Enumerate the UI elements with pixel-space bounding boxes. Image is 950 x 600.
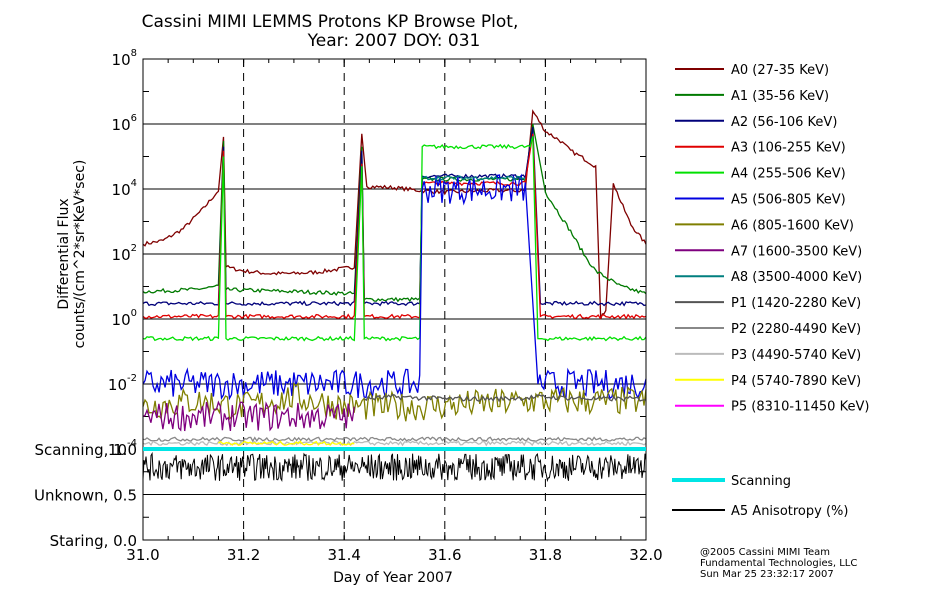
chart: Cassini MIMI LEMMS Protons KP Browse Plo… (34, 12, 869, 586)
x-axis: 31.0 31.2 31.4 31.6 31.8 32.0 (126, 59, 663, 564)
legend-label: P1 (1420-2280 KeV) (731, 296, 861, 311)
legend-label: A4 (255-506 KeV) (731, 167, 846, 182)
x-tick-label: 31.2 (227, 546, 260, 564)
legend-label: A8 (3500-4000 KeV) (731, 270, 862, 285)
x-tick-label: 31.6 (428, 546, 461, 564)
legend-label: P5 (8310-11450 KeV) (731, 400, 869, 415)
y-axis-label-line2: counts/(cm^2*sr*KeV*sec) (72, 160, 88, 349)
series-line (142, 436, 647, 443)
lower-legend: Scanning A5 Anisotropy (%) (672, 474, 848, 519)
x-tick-label: 31.8 (529, 546, 562, 564)
legend-label: A0 (27-35 KeV) (731, 63, 829, 78)
x-tick-label: 31.0 (126, 546, 159, 564)
y-tick-exponent: 4 (131, 178, 137, 189)
x-tick-label: 32.0 (629, 546, 662, 564)
y-tick-label: 102 (112, 243, 137, 264)
legend-label: P3 (4490-5740 KeV) (731, 348, 861, 363)
lower-category-label: Staring, 0.0 (50, 532, 137, 550)
x-tick-label: 31.4 (327, 546, 360, 564)
lower-category-label: Unknown, 0.5 (34, 487, 137, 505)
legend-label: A3 (106-255 KeV) (731, 141, 846, 156)
anisotropy-panel: Scanning, 1.0 Unknown, 0.5 Staring, 0.0 (34, 441, 647, 550)
x-axis-label: Day of Year 2007 (333, 570, 453, 586)
legend-label: A7 (1600-3500 KeV) (731, 244, 862, 259)
legend-label: P4 (5740-7890 KeV) (731, 374, 861, 389)
y-tick-exponent: 0 (131, 308, 137, 319)
y-tick-label: 104 (112, 178, 137, 199)
legend-label: A2 (56-106 KeV) (731, 115, 837, 130)
y-tick-label: 106 (112, 113, 137, 134)
series-A7 (142, 400, 355, 432)
legend: A0 (27-35 KeV) A1 (35-56 KeV) A2 (56-106 K… (675, 63, 869, 415)
y-tick-label: 108 (112, 48, 137, 69)
legend-label: A6 (805-1600 KeV) (731, 218, 854, 233)
chart-title-line1: Cassini MIMI LEMMS Protons KP Browse Plo… (142, 12, 519, 32)
series-line (142, 400, 355, 432)
lower-category-label: Scanning, 1.0 (34, 441, 137, 459)
credit-line2: Fundamental Technologies, LLC (700, 558, 857, 569)
y-tick-label: 100 (112, 308, 137, 329)
legend-label: A5 (506-805 KeV) (731, 193, 846, 208)
anisotropy-line (142, 451, 647, 483)
series-P2 (142, 436, 647, 443)
y-tick-exponent: -2 (127, 373, 137, 384)
credit-line1: @2005 Cassini MIMI Team (700, 547, 830, 558)
y-axis-label-line1: Differential Flux (56, 198, 72, 309)
y-tick-exponent: 6 (131, 113, 137, 124)
lower-legend-label: Scanning (731, 474, 791, 489)
lower-legend-label: A5 Anisotropy (%) (731, 504, 848, 519)
legend-label: P2 (2280-4490 KeV) (731, 322, 861, 337)
credit-line3: Sun Mar 25 23:32:17 2007 (700, 569, 834, 580)
y-tick-exponent: 2 (131, 243, 137, 254)
y-tick-exponent: 8 (131, 48, 137, 59)
chart-title-line2: Year: 2007 DOY: 031 (307, 31, 481, 51)
legend-label: A1 (35-56 KeV) (731, 89, 829, 104)
y-tick-label: 10-2 (108, 373, 137, 394)
